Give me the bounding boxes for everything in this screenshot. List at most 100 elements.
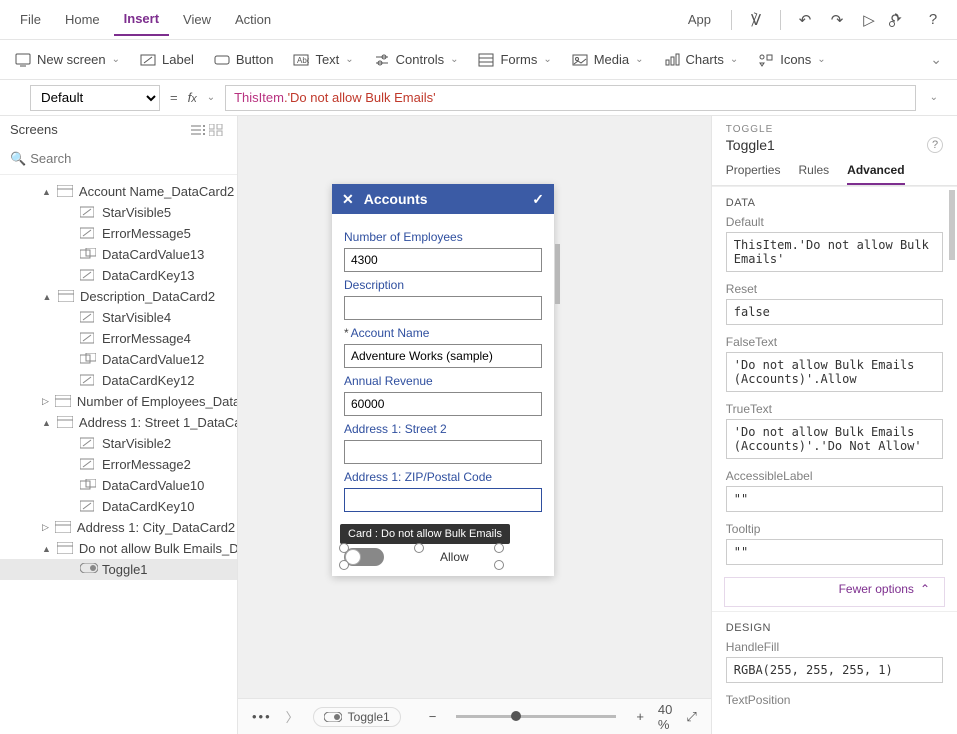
- selection-handle[interactable]: [494, 543, 504, 553]
- property-value[interactable]: 'Do not allow Bulk Emails (Accounts)'.Al…: [726, 352, 943, 392]
- tree-node[interactable]: StarVisible5: [0, 202, 237, 223]
- thumbnail-view-icon[interactable]: [209, 124, 227, 136]
- property-label: Tooltip: [726, 522, 943, 536]
- val-icon: [80, 248, 96, 262]
- health-check-icon[interactable]: ℣: [742, 11, 770, 29]
- controls-icon: [374, 53, 390, 67]
- menu-action[interactable]: Action: [225, 4, 281, 35]
- fewer-options-button[interactable]: Fewer options⌃: [724, 577, 945, 607]
- charts-dropdown[interactable]: Charts⌄: [664, 52, 739, 67]
- property-label: FalseText: [726, 335, 943, 349]
- tree-node[interactable]: ▲Address 1: Street 1_DataCard: [0, 412, 237, 433]
- share-icon[interactable]: [887, 12, 915, 28]
- tree-node[interactable]: ErrorMessage4: [0, 328, 237, 349]
- ctl-icon: [80, 374, 96, 388]
- breadcrumb[interactable]: Toggle1: [313, 707, 401, 727]
- property-value[interactable]: 'Do not allow Bulk Emails (Accounts)'.'D…: [726, 419, 943, 459]
- formula-input[interactable]: ThisItem.'Do not allow Bulk Emails': [225, 85, 916, 111]
- card-icon: [57, 416, 73, 430]
- status-more-icon[interactable]: •••: [252, 709, 272, 724]
- tree-node[interactable]: DataCardKey10: [0, 496, 237, 517]
- selection-handle[interactable]: [339, 560, 349, 570]
- label-button[interactable]: Label: [140, 52, 194, 67]
- card-icon: [55, 395, 71, 409]
- help-icon[interactable]: ?: [919, 11, 947, 28]
- fx-chevron-icon[interactable]: ⌄: [207, 92, 215, 103]
- media-dropdown[interactable]: Media⌄: [572, 52, 644, 67]
- controls-dropdown[interactable]: Controls⌄: [374, 52, 459, 67]
- check-icon[interactable]: ✓: [532, 191, 544, 208]
- field-input[interactable]: [344, 296, 542, 320]
- field-input[interactable]: [344, 488, 542, 512]
- tree-node[interactable]: ErrorMessage5: [0, 223, 237, 244]
- menu-view[interactable]: View: [173, 4, 221, 35]
- tree-node[interactable]: DataCardKey13: [0, 265, 237, 286]
- panel-scrollbar[interactable]: [949, 190, 955, 260]
- tree-node[interactable]: StarVisible2: [0, 433, 237, 454]
- property-row: Tooltip "": [712, 520, 957, 573]
- property-value[interactable]: ThisItem.'Do not allow Bulk Emails': [726, 232, 943, 272]
- menu-home[interactable]: Home: [55, 4, 110, 35]
- property-value[interactable]: "": [726, 539, 943, 565]
- tree-view-icon[interactable]: [191, 124, 209, 136]
- field-input[interactable]: [344, 392, 542, 416]
- property-selector[interactable]: Default: [30, 85, 160, 111]
- overflow-chevron[interactable]: ⌄: [930, 51, 942, 68]
- field-input[interactable]: [344, 440, 542, 464]
- close-icon[interactable]: ✕: [342, 191, 354, 208]
- property-value[interactable]: RGBA(255, 255, 255, 1): [726, 657, 943, 683]
- redo-icon[interactable]: ↷: [823, 11, 851, 29]
- preview-scrollbar[interactable]: [555, 244, 560, 304]
- tree-node[interactable]: DataCardKey12: [0, 370, 237, 391]
- new-screen-button[interactable]: New screen⌄: [15, 52, 120, 67]
- tree-node[interactable]: ▲Do not allow Bulk Emails_DataCard: [0, 538, 237, 559]
- tab-properties[interactable]: Properties: [726, 163, 781, 185]
- property-value[interactable]: "": [726, 486, 943, 512]
- tab-rules[interactable]: Rules: [798, 163, 829, 185]
- icons-dropdown[interactable]: Icons⌄: [758, 52, 825, 67]
- property-label: Reset: [726, 282, 943, 296]
- screens-panel: Screens 🔍 ▲Account Name_DataCard2StarVis…: [0, 116, 238, 734]
- ctl-icon: [80, 458, 96, 472]
- section-header: DESIGN: [712, 611, 957, 638]
- zoom-slider[interactable]: [456, 715, 616, 718]
- property-row: TrueText'Do not allow Bulk Emails (Accou…: [712, 400, 957, 467]
- selection-handle[interactable]: [494, 560, 504, 570]
- ctl-icon: [80, 332, 96, 346]
- zoom-in-button[interactable]: +: [636, 709, 644, 724]
- tree-node[interactable]: DataCardValue12: [0, 349, 237, 370]
- selection-handle[interactable]: [414, 543, 424, 553]
- play-icon[interactable]: ▷: [855, 11, 883, 29]
- expand-formula-icon[interactable]: ⌄: [926, 92, 942, 103]
- tree-node[interactable]: DataCardValue10: [0, 475, 237, 496]
- menu-file[interactable]: File: [10, 4, 51, 35]
- tog-icon: [80, 563, 96, 577]
- tree-node[interactable]: Toggle1: [0, 559, 237, 580]
- app-button[interactable]: App: [678, 4, 721, 35]
- undo-icon[interactable]: ↶: [791, 11, 819, 29]
- toggle-control[interactable]: Allow: [344, 548, 542, 566]
- ctl-icon: [80, 269, 96, 283]
- button-button[interactable]: Button: [214, 52, 274, 67]
- tree-node[interactable]: ErrorMessage2: [0, 454, 237, 475]
- toolbar: New screen⌄ Label Button Abc Text⌄ Contr…: [0, 40, 957, 80]
- text-dropdown[interactable]: Abc Text⌄: [293, 52, 353, 67]
- tree-node[interactable]: ▲Description_DataCard2: [0, 286, 237, 307]
- zoom-out-button[interactable]: −: [429, 709, 437, 724]
- fit-screen-icon[interactable]: ⤢: [686, 709, 696, 725]
- selection-handle[interactable]: [339, 543, 349, 553]
- menu-insert[interactable]: Insert: [114, 3, 169, 36]
- property-value[interactable]: false: [726, 299, 943, 325]
- panel-help-icon[interactable]: ?: [927, 137, 943, 153]
- field-input[interactable]: [344, 344, 542, 368]
- tree-node[interactable]: StarVisible4: [0, 307, 237, 328]
- tree-node[interactable]: DataCardValue13: [0, 244, 237, 265]
- tree-node[interactable]: ▷Number of Employees_DataCard: [0, 391, 237, 412]
- tree-node[interactable]: ▲Account Name_DataCard2: [0, 181, 237, 202]
- forms-dropdown[interactable]: Forms⌄: [478, 52, 551, 67]
- tree-node[interactable]: ▷Address 1: City_DataCard2: [0, 517, 237, 538]
- field-input[interactable]: [344, 248, 542, 272]
- card-icon: [58, 290, 74, 304]
- tab-advanced[interactable]: Advanced: [847, 163, 904, 185]
- search-input[interactable]: [26, 147, 227, 170]
